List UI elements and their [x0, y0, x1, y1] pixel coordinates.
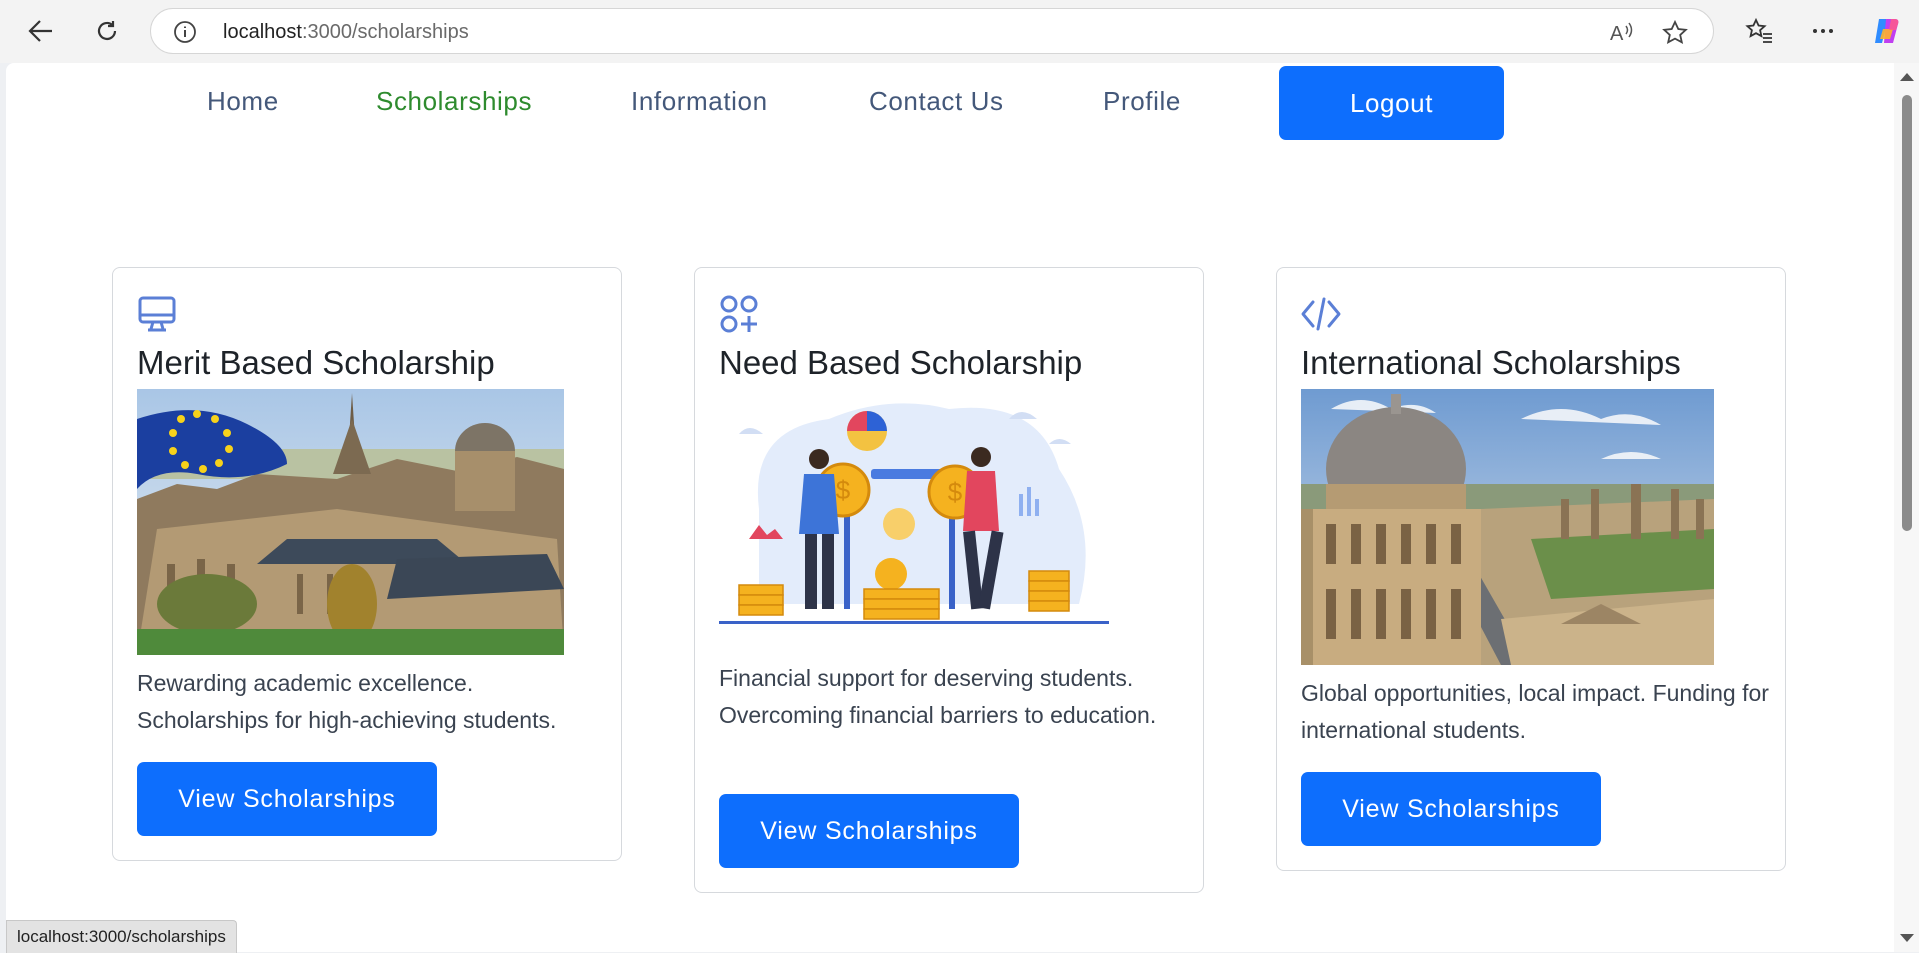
page-scrollbar[interactable]: [1894, 63, 1919, 952]
page-viewport: Home Scholarships Information Contact Us…: [6, 63, 1894, 952]
card-title: International Scholarships: [1301, 344, 1681, 381]
apps-grid-plus-icon: [720, 295, 758, 333]
card-description: Global opportunities, local impact. Fund…: [1301, 680, 1769, 743]
nav-profile[interactable]: Profile: [1103, 86, 1181, 117]
radcliffe-camera-oxford-photo: [1301, 389, 1714, 665]
scholarship-card-international: International Scholarships Global opport…: [1276, 267, 1786, 871]
nav-scholarships[interactable]: Scholarships: [376, 86, 532, 117]
ellipsis-icon: [1813, 29, 1833, 33]
site-info-icon[interactable]: [173, 20, 197, 44]
browser-toolbar: localhost:3000/scholarships A: [0, 0, 1919, 63]
svg-text:A: A: [1610, 23, 1624, 44]
back-arrow-icon: [28, 20, 52, 42]
logout-button[interactable]: Logout: [1279, 66, 1504, 140]
scholarship-card-merit: Merit Based Scholarship Rewarding academ…: [112, 267, 622, 861]
scroll-down-arrow-icon[interactable]: [1900, 934, 1914, 942]
url-path: :3000/scholarships: [301, 21, 469, 43]
reload-button[interactable]: [88, 12, 126, 50]
copilot-button[interactable]: [1868, 12, 1906, 50]
view-scholarships-button-merit[interactable]: View Scholarships: [137, 762, 437, 836]
nav-home[interactable]: Home: [207, 86, 279, 117]
card-description: Financial support for deserving students…: [719, 665, 1157, 728]
favorite-star-icon[interactable]: [1661, 19, 1689, 47]
read-aloud-icon[interactable]: A: [1609, 20, 1635, 44]
scroll-up-arrow-icon[interactable]: [1900, 73, 1914, 81]
svg-text:$: $: [948, 477, 963, 507]
back-button[interactable]: [22, 12, 60, 50]
financial-support-illustration: $ $: [719, 403, 1109, 624]
scholarship-card-need: Need Based Scholarship $ $ Financial sup…: [694, 267, 1204, 893]
university-eu-flag-photo: [137, 389, 564, 655]
url-host: localhost: [223, 21, 302, 43]
card-description: Rewarding academic excellence. Scholarsh…: [137, 670, 557, 733]
scrollbar-thumb[interactable]: [1902, 95, 1912, 531]
favorites-button[interactable]: [1740, 12, 1778, 50]
nav-information[interactable]: Information: [631, 86, 768, 117]
url-text[interactable]: localhost:3000/scholarships: [223, 21, 469, 44]
international-scholarship-image: [1301, 389, 1714, 665]
view-scholarships-button-international[interactable]: View Scholarships: [1301, 772, 1601, 846]
code-icon: [1301, 297, 1341, 331]
favorites-list-icon: [1745, 17, 1772, 43]
address-bar[interactable]: localhost:3000/scholarships A: [150, 8, 1714, 54]
copilot-icon: [1875, 19, 1899, 43]
view-scholarships-button-need[interactable]: View Scholarships: [719, 794, 1019, 868]
card-title: Merit Based Scholarship: [137, 344, 495, 381]
card-title: Need Based Scholarship: [719, 344, 1083, 381]
more-menu-button[interactable]: [1804, 12, 1842, 50]
link-status-bar: localhost:3000/scholarships: [6, 920, 237, 953]
need-scholarship-image: $ $: [719, 389, 1109, 639]
nav-contact-us[interactable]: Contact Us: [869, 86, 1004, 117]
svg-text:$: $: [836, 475, 851, 505]
reload-icon: [97, 21, 117, 40]
merit-scholarship-image: [137, 389, 564, 655]
monitor-icon: [138, 296, 176, 332]
